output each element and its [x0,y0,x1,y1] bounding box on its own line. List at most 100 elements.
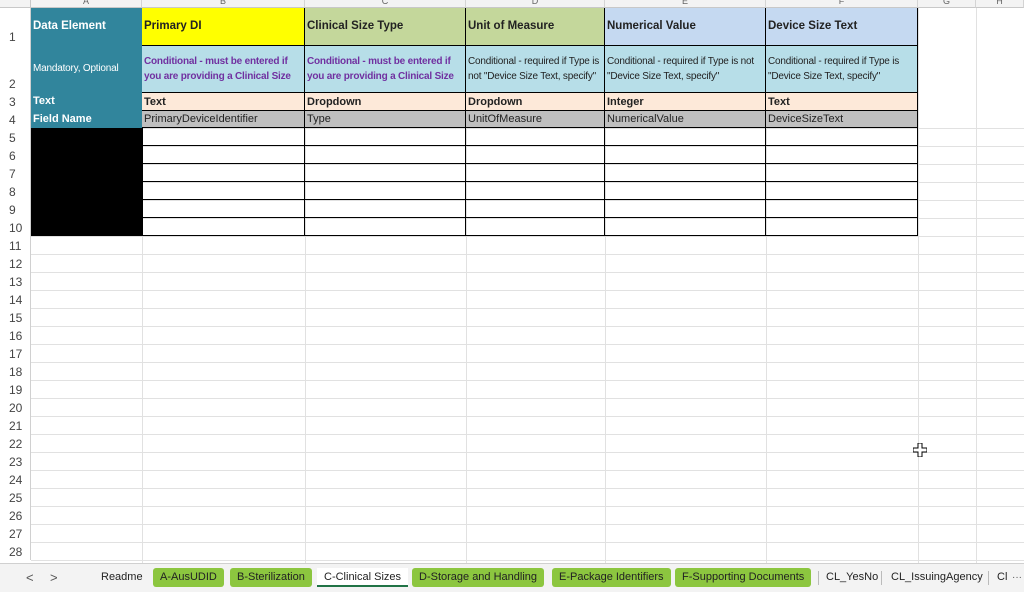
row-header-26[interactable]: 26 [0,506,31,524]
column-header-g[interactable]: G [918,0,976,8]
row-header-1[interactable]: 1 [0,8,31,45]
cell-D3[interactable]: Dropdown [466,92,605,110]
data-cell[interactable] [466,146,605,164]
data-cell[interactable] [766,182,918,200]
data-cell[interactable] [142,218,305,236]
data-cell[interactable] [466,128,605,146]
row-header-12[interactable]: 12 [0,254,31,272]
cell-B4[interactable]: PrimaryDeviceIdentifier [142,110,305,128]
sheet-tab-e-package-identifiers[interactable]: E-Package Identifiers [552,568,671,587]
data-cell[interactable] [305,146,466,164]
sheet-tab-readme[interactable]: Readme [94,568,150,587]
cell-A2[interactable]: Mandatory, Optional [31,45,142,92]
row-header-16[interactable]: 16 [0,326,31,344]
cell-F4[interactable]: DeviceSizeText [766,110,918,128]
sheet-tab-a-ausudid[interactable]: A-AusUDID [153,568,224,587]
sheet-tab-b-sterilization[interactable]: B-Sterilization [230,568,312,587]
cell-B1[interactable]: Primary DI [142,8,305,45]
row-header-4[interactable]: 4 [0,110,31,128]
data-cell[interactable] [605,128,766,146]
row-header-19[interactable]: 19 [0,380,31,398]
data-cell[interactable] [766,200,918,218]
sheet-tab-d-storage-and-handling[interactable]: D-Storage and Handling [412,568,545,587]
data-cell[interactable] [142,146,305,164]
cell-C2[interactable]: Conditional - must be entered if you are… [305,45,466,92]
sheet-tab-f-supporting-documents[interactable]: F-Supporting Documents [675,568,812,587]
cell-F2[interactable]: Conditional - required if Type is "Devic… [766,45,918,92]
black-block-A5-A10[interactable] [31,128,142,236]
row-header-25[interactable]: 25 [0,488,31,506]
row-header-10[interactable]: 10 [0,218,31,236]
row-header-8[interactable]: 8 [0,182,31,200]
data-cell[interactable] [605,146,766,164]
select-all-corner[interactable] [0,0,31,8]
cell-C3[interactable]: Dropdown [305,92,466,110]
cell-C1[interactable]: Clinical Size Type [305,8,466,45]
data-cell[interactable] [305,128,466,146]
cell-A3[interactable]: Text [31,92,142,110]
data-cell[interactable] [605,218,766,236]
data-cell[interactable] [466,182,605,200]
data-cell[interactable] [605,182,766,200]
cell-D4[interactable]: UnitOfMeasure [466,110,605,128]
row-header-24[interactable]: 24 [0,470,31,488]
column-header-a[interactable]: A [31,0,142,8]
data-cell[interactable] [766,128,918,146]
cell-C4[interactable]: Type [305,110,466,128]
column-header-e[interactable]: E [605,0,766,8]
data-cell[interactable] [766,218,918,236]
data-cell[interactable] [305,182,466,200]
row-header-15[interactable]: 15 [0,308,31,326]
data-cell[interactable] [305,218,466,236]
cell-F3[interactable]: Text [766,92,918,110]
row-header-3[interactable]: 3 [0,92,31,110]
cell-B3[interactable]: Text [142,92,305,110]
spreadsheet-grid[interactable]: ABCDEFGH 1 2 3 4 5 6 7 8 9 10 11 12 13 14 15 16 17 18 19 20… [0,0,1024,563]
row-header-2[interactable]: 2 [0,45,31,92]
row-header-27[interactable]: 27 [0,524,31,542]
cell-D1[interactable]: Unit of Measure [466,8,605,45]
cell-B2[interactable]: Conditional - must be entered if you are… [142,45,305,92]
prev-sheet-arrow[interactable]: < [26,570,34,585]
data-cell[interactable] [305,164,466,182]
row-header-23[interactable]: 23 [0,452,31,470]
sheet-tab-c-clinical-sizes[interactable]: C-Clinical Sizes [317,568,409,587]
row-header-14[interactable]: 14 [0,290,31,308]
cell-A1[interactable]: Data Element Name [31,8,142,45]
data-cell[interactable] [466,200,605,218]
cell-E4[interactable]: NumericalValue [605,110,766,128]
cell-A4[interactable]: Field Name [31,110,142,128]
data-cell[interactable] [142,200,305,218]
row-header-18[interactable]: 18 [0,362,31,380]
cell-E2[interactable]: Conditional - required if Type is not "D… [605,45,766,92]
sheet-tab-cl-yesno[interactable]: CL_YesNo [819,568,886,587]
column-header-f[interactable]: F [766,0,918,8]
data-cell[interactable] [466,218,605,236]
sheet-tab-cl-issuingagency[interactable]: CL_IssuingAgency [884,568,990,587]
row-header-5[interactable]: 5 [0,128,31,146]
data-cell[interactable] [605,164,766,182]
cell-E3[interactable]: Integer [605,92,766,110]
cell-F1[interactable]: Device Size Text [766,8,918,45]
more-tabs-icon[interactable]: ··· [1012,572,1022,583]
data-cell[interactable] [605,200,766,218]
row-header-20[interactable]: 20 [0,398,31,416]
column-header-c[interactable]: C [305,0,466,8]
column-header-d[interactable]: D [466,0,605,8]
data-cell[interactable] [766,164,918,182]
cell-D2[interactable]: Conditional - required if Type is not "D… [466,45,605,92]
row-header-21[interactable]: 21 [0,416,31,434]
data-cell[interactable] [305,200,466,218]
next-sheet-arrow[interactable]: > [50,570,58,585]
data-cell[interactable] [142,164,305,182]
data-cell[interactable] [142,128,305,146]
data-cell[interactable] [766,146,918,164]
row-header-6[interactable]: 6 [0,146,31,164]
data-cell[interactable] [142,182,305,200]
row-header-13[interactable]: 13 [0,272,31,290]
data-cell[interactable] [466,164,605,182]
row-header-9[interactable]: 9 [0,200,31,218]
row-header-28[interactable]: 28 [0,542,31,560]
row-header-22[interactable]: 22 [0,434,31,452]
column-header-h[interactable]: H [976,0,1024,8]
